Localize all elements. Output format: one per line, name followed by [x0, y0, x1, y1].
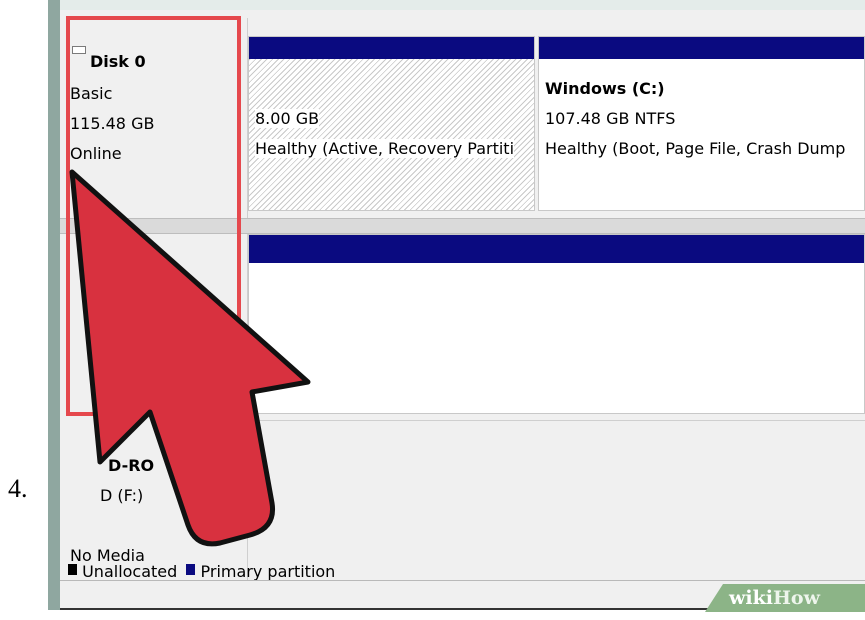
pointer-arrow-icon — [69, 169, 311, 547]
